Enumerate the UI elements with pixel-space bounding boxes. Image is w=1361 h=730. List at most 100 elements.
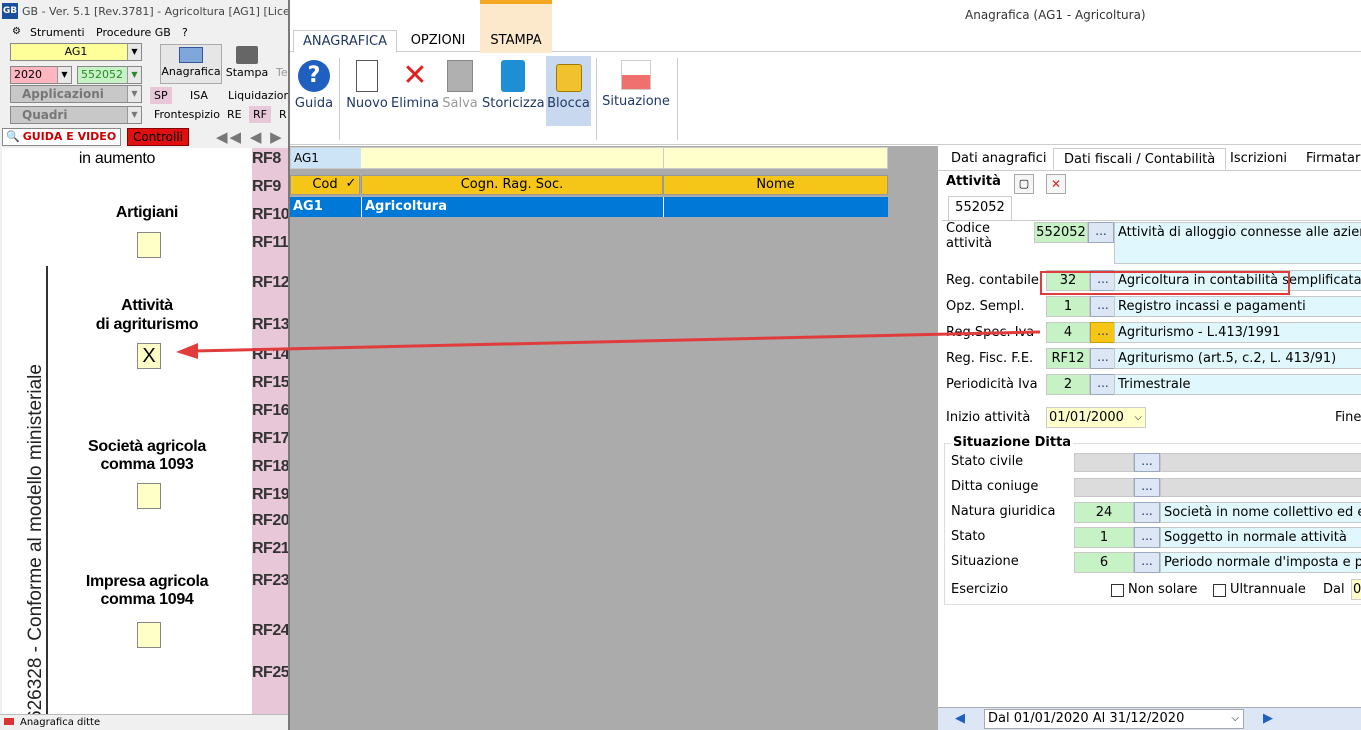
rf-code-rf8[interactable]: RF8 [252,150,288,178]
rf-code-rf12[interactable]: RF12 [252,274,288,302]
app-logo-icon: GB [2,3,18,19]
societa-box[interactable] [137,483,161,509]
natura-lookup-button[interactable]: ... [1134,502,1160,523]
periodicita-lookup-button[interactable]: ... [1090,374,1116,395]
controlli-button[interactable]: Controlli [127,128,189,146]
row-rag-cell[interactable]: Agricoltura [361,197,663,217]
menu-procedure[interactable]: Procedure GB [96,26,171,39]
menu-help[interactable]: ? [182,26,188,39]
anagrafica-button[interactable]: Anagrafica [160,44,222,84]
tab-opzioni[interactable]: OPZIONI [400,30,476,52]
rf-code-rf9[interactable]: RF9 [252,178,288,206]
company-combo[interactable]: AG1 ▼ [10,43,142,61]
rf-code-rf19[interactable]: RF19 [252,486,288,514]
applicazioni-combo[interactable]: Applicazioni ▼ [10,85,142,103]
rf-code-rf20[interactable]: RF20 [252,512,288,540]
tab-dati-anagrafici[interactable]: Dati anagrafici [941,148,1057,170]
inizio-date-picker[interactable]: 01/01/2000 ⌵ [1046,407,1146,428]
period-next-icon[interactable]: ▶ [1248,710,1288,728]
reg-spec-iva-code[interactable]: 4 [1046,322,1090,343]
year-combo[interactable]: 2020 ▼ [10,66,72,84]
filter-cod-input[interactable]: AG1 [291,148,361,168]
activity-combo[interactable]: 552052 - ▼ [77,66,142,84]
situazione-lookup-button[interactable]: ... [1134,552,1160,573]
rf-code-rf21[interactable]: RF21 [252,540,288,568]
delete-activity-icon[interactable]: ✕ [1046,174,1066,194]
new-activity-icon[interactable]: ▢ [1014,174,1034,194]
rf-code-rf23[interactable]: RF23 [252,572,288,600]
stampa-button[interactable]: Stampa [224,44,270,84]
non-solare-checkbox[interactable] [1111,584,1124,597]
tab-sp[interactable]: SP [150,87,172,104]
rf-code-rf13[interactable]: RF13 [252,316,288,344]
col-nome-header[interactable]: Nome [663,175,888,195]
tab-stampa[interactable]: STAMPA [480,30,552,52]
tab-dati-fiscali[interactable]: Dati fiscali / Contabilità [1053,148,1227,170]
activity-subtab[interactable]: 552052 [948,196,1012,220]
reg-contabile-label: Reg. contabile [946,273,1039,288]
period-combo[interactable]: Dal 01/01/2020 Al 31/12/2020 ⌵ [984,709,1244,729]
codice-lookup-button[interactable]: ... [1088,222,1114,243]
codice-attivita-code[interactable]: 552052 [1034,222,1088,243]
rf-code-rf10[interactable]: RF10 [252,206,288,234]
tab-re[interactable]: RE [223,106,246,123]
rf-code-rf24[interactable]: RF24 [252,622,288,650]
tab-rf[interactable]: RF [249,106,271,123]
rf-code-rf17[interactable]: RF17 [252,430,288,458]
stato-civile-code[interactable] [1074,453,1134,472]
tab-frontespizio[interactable]: Frontespizio [150,106,224,123]
opz-sempl-code[interactable]: 1 [1046,296,1090,317]
tab-firmatari[interactable]: Firmatari [1296,148,1361,170]
dal-input[interactable]: 0 [1351,579,1361,600]
col-check-header[interactable]: ✓ [341,175,361,195]
blocca-button[interactable]: Blocca [546,56,591,126]
impresa-box[interactable] [137,622,161,648]
stato-lookup-button[interactable]: ... [1134,527,1160,548]
periodicita-code[interactable]: 2 [1046,374,1090,395]
guida-video-button[interactable]: 🔍 GUIDA E VIDEO [2,128,121,146]
situazione-code[interactable]: 6 [1074,552,1134,573]
ultrannuale-checkbox[interactable] [1213,584,1226,597]
situazione-button[interactable]: Situazione [601,56,671,126]
rf-code-rf16[interactable]: RF16 [252,402,288,430]
reg-fisc-lookup-button[interactable]: ... [1090,348,1116,369]
quadri-combo[interactable]: Quadri ▼ [10,106,142,124]
lock-file-icon [501,60,525,92]
storicizza-button[interactable]: Storicizza [482,56,545,126]
reg-spec-iva-lookup-button[interactable]: ... [1090,322,1116,343]
tab-iscrizioni[interactable]: Iscrizioni [1220,148,1297,170]
tab-isa[interactable]: ISA [186,87,212,104]
rf-code-rf18[interactable]: RF18 [252,458,288,486]
agriturismo-box[interactable]: X [137,343,161,369]
te-button[interactable]: Te [276,66,288,79]
rf-code-rf11[interactable]: RF11 [252,234,288,262]
quadri-label: Quadri [22,108,68,122]
rf-code-rf14[interactable]: RF14 [252,346,288,374]
stato-code[interactable]: 1 [1074,527,1134,548]
tab-anagrafica[interactable]: ANAGRAFICA [293,30,397,53]
opz-sempl-lookup-button[interactable]: ... [1090,296,1116,317]
row-cod-cell[interactable]: AG1 [290,197,361,217]
page-navigation-icon[interactable]: ◀◀ ◀ ▶ [216,128,284,146]
reg-fisc-code[interactable]: RF12 [1046,348,1090,369]
ribbon-separator [339,58,340,140]
ditta-coniuge-lookup-button[interactable]: ... [1134,478,1160,497]
row-nome-cell[interactable] [663,197,888,217]
salva-button[interactable]: Salva [440,56,480,126]
nuovo-button[interactable]: Nuovo [345,56,389,126]
tab-liquidazioni[interactable]: Liquidazioni I [224,87,288,104]
save-disk-icon [447,60,473,92]
stato-desc: Soggetto in normale attività [1160,527,1361,548]
elimina-button[interactable]: ✕ Elimina [391,56,439,126]
tab-r[interactable]: R [275,106,288,123]
guida-button[interactable]: ? Guida [294,56,334,126]
ditta-coniuge-code[interactable] [1074,478,1134,497]
artigiani-box[interactable] [137,232,161,258]
col-rag-header[interactable]: Cogn. Rag. Soc. [361,175,663,195]
period-prev-icon[interactable]: ◀ [940,710,980,728]
stato-civile-lookup-button[interactable]: ... [1134,453,1160,472]
natura-code[interactable]: 24 [1074,502,1134,523]
menu-strumenti[interactable]: Strumenti [30,26,85,39]
rf-code-rf25[interactable]: RF25 [252,664,288,692]
rf-code-rf15[interactable]: RF15 [252,374,288,402]
